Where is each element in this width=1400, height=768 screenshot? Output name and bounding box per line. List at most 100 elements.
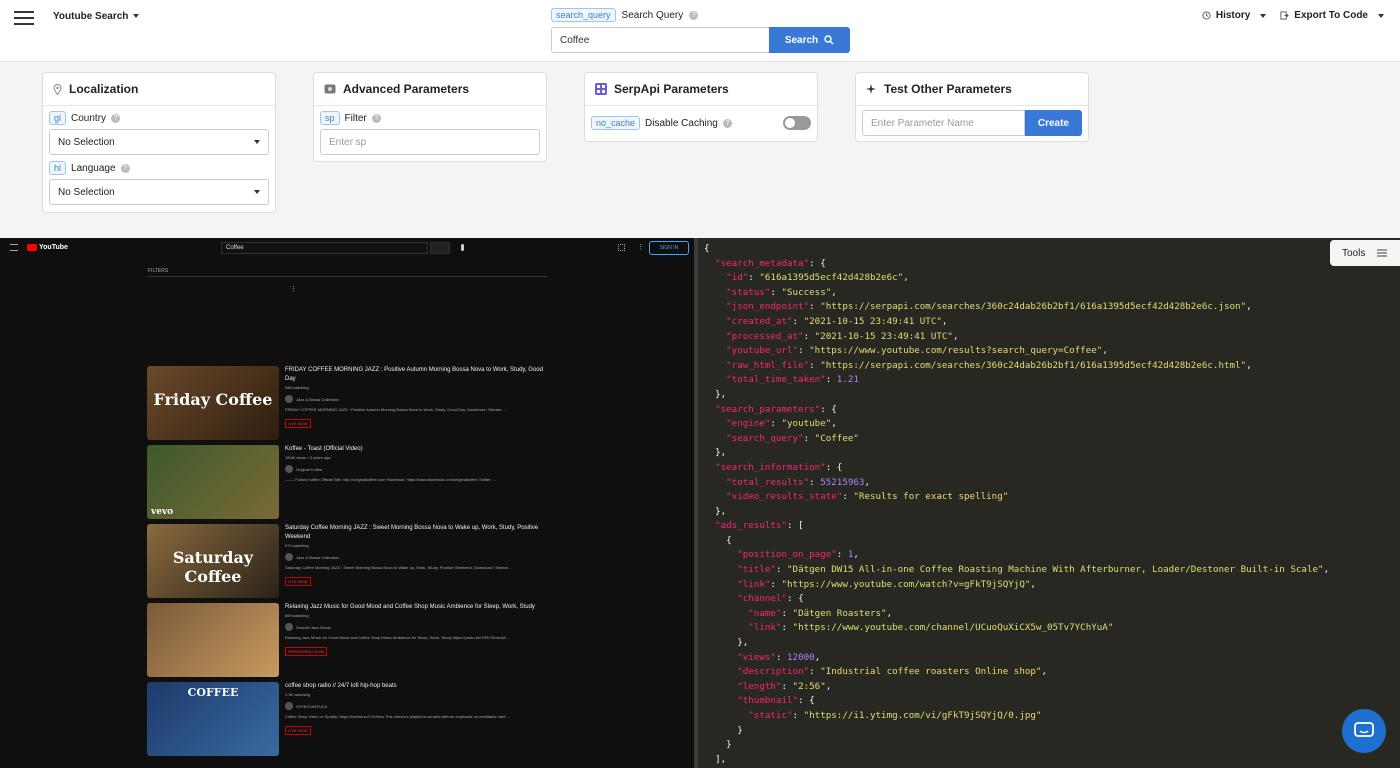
json-key: "ads_results" bbox=[715, 520, 787, 532]
json-punct: : { bbox=[809, 257, 826, 269]
video-thumbnail[interactable]: Saturday Coffee bbox=[147, 524, 279, 598]
json-punct: : bbox=[842, 491, 854, 503]
video-channel[interactable]: Jazz & Bossa Collection bbox=[285, 395, 545, 403]
youtube-signin-button[interactable]: SIGN IN bbox=[649, 241, 689, 255]
video-channel[interactable]: Smooth Jazz Music bbox=[285, 623, 545, 631]
more-options-icon[interactable]: ⋮ bbox=[290, 285, 297, 293]
help-icon[interactable]: ? bbox=[689, 10, 699, 20]
json-line: } bbox=[704, 738, 1400, 753]
json-line: "description": "Industrial coffee roaste… bbox=[704, 665, 1400, 680]
json-punct: , bbox=[952, 330, 959, 342]
help-icon[interactable]: ? bbox=[111, 113, 121, 123]
json-line: "static": "https://i1.ytimg.com/vi/gFkT9… bbox=[704, 709, 1400, 724]
youtube-search-input[interactable]: Coffee bbox=[221, 242, 428, 254]
video-thumbnail[interactable]: COFFEE bbox=[147, 682, 279, 756]
json-punct: , bbox=[1041, 666, 1048, 678]
channel-name: Jazz & Bossa Collection bbox=[296, 554, 339, 560]
json-key: "search_information" bbox=[715, 461, 826, 473]
parameter-name-input[interactable]: Enter Parameter Name bbox=[862, 110, 1025, 136]
json-punct: : bbox=[781, 607, 793, 619]
video-thumbnail[interactable]: Friday Coffee bbox=[147, 366, 279, 440]
video-result[interactable]: vevo Koffee - Toast (Official Video) 184M … bbox=[147, 445, 547, 521]
export-label: Export To Code bbox=[1294, 10, 1368, 21]
video-title[interactable]: Saturday Coffee Morning JAZZ : Sweet Mor… bbox=[285, 524, 545, 542]
json-string: "2021-10-15 23:49:41 UTC" bbox=[814, 330, 953, 342]
youtube-menu-icon[interactable] bbox=[10, 244, 18, 251]
video-result[interactable]: Relaxing Jazz Music for Good Mood and Co… bbox=[147, 603, 547, 679]
json-string: "https://www.youtube.com/channel/UCuoQuX… bbox=[792, 622, 1114, 634]
json-key: "name" bbox=[748, 607, 782, 619]
video-thumbnail[interactable] bbox=[147, 603, 279, 677]
json-punct: , bbox=[853, 549, 859, 561]
json-results-viewer[interactable]: { "search_metadata": { "id": "616a1395d5… bbox=[698, 238, 1400, 768]
disable-caching-toggle[interactable] bbox=[783, 116, 811, 130]
json-string: "https://serpapi.com/searches/360c24dab2… bbox=[820, 359, 1247, 371]
json-key: "processed_at" bbox=[726, 330, 804, 342]
chat-support-button[interactable] bbox=[1342, 709, 1386, 753]
youtube-html-preview[interactable]: YouTube Coffee ⋮ SIGN IN FILTERS ⋮ Frida… bbox=[0, 238, 694, 768]
export-to-code-button[interactable]: Export To Code bbox=[1280, 10, 1384, 21]
video-channel[interactable]: Original Koffee bbox=[285, 465, 545, 473]
help-icon[interactable]: ? bbox=[120, 163, 130, 173]
video-title[interactable]: Koffee - Toast (Official Video) bbox=[285, 445, 545, 454]
json-key: "video_results_state" bbox=[726, 491, 843, 503]
create-button[interactable]: Create bbox=[1024, 110, 1082, 136]
json-punct: , bbox=[831, 286, 837, 298]
thumbnail-text: vevo bbox=[151, 507, 174, 517]
json-punct: , bbox=[1102, 345, 1108, 357]
sliders-icon bbox=[1377, 249, 1388, 257]
json-key: "json_endpoint" bbox=[726, 301, 810, 313]
video-result[interactable]: COFFEE coffee shop radio // 24/7 lofi hip… bbox=[147, 682, 547, 758]
video-channel[interactable]: Jazz & Bossa Collection bbox=[285, 553, 545, 561]
json-key: "static" bbox=[748, 710, 793, 721]
json-punct: : bbox=[803, 330, 815, 342]
video-thumbnail[interactable]: vevo bbox=[147, 445, 279, 519]
video-title[interactable]: coffee shop radio // 24/7 lofi hip-hop b… bbox=[285, 682, 545, 691]
chat-icon bbox=[1354, 722, 1374, 737]
video-meta: 869 watching bbox=[285, 613, 309, 618]
youtube-search-button[interactable] bbox=[430, 242, 450, 254]
help-icon[interactable]: ? bbox=[371, 113, 381, 123]
video-result[interactable]: Saturday Coffee Saturday Coffee Morning J… bbox=[147, 524, 547, 600]
help-icon[interactable]: ? bbox=[722, 118, 732, 128]
json-punct: : bbox=[748, 272, 760, 284]
json-string: "Dätgen DW15 All-in-one Coffee Roasting … bbox=[787, 564, 1324, 576]
json-key: "link" bbox=[737, 578, 771, 590]
test-title: Test Other Parameters bbox=[884, 82, 1012, 96]
video-result[interactable]: Friday Coffee FRIDAY COFFEE MORNING JAZZ … bbox=[147, 366, 547, 442]
json-punct: : bbox=[803, 432, 815, 444]
search-query-input[interactable] bbox=[551, 27, 770, 53]
video-camera-icon bbox=[324, 84, 336, 94]
history-label: History bbox=[1215, 10, 1251, 21]
json-punct bbox=[704, 608, 748, 619]
menu-icon[interactable] bbox=[14, 11, 34, 25]
video-title[interactable]: Relaxing Jazz Music for Good Mood and Co… bbox=[285, 603, 545, 612]
youtube-logo[interactable]: YouTube bbox=[27, 244, 68, 251]
json-punct: : { bbox=[787, 593, 804, 605]
json-punct: : bbox=[775, 651, 788, 663]
json-punct: : bbox=[798, 345, 810, 357]
json-punct bbox=[704, 666, 737, 677]
filter-input[interactable]: Enter sp bbox=[320, 129, 540, 155]
caret-down-icon bbox=[254, 190, 260, 194]
more-options-icon[interactable]: ⋮ bbox=[637, 243, 644, 251]
json-line: "total_results": 55215963, bbox=[704, 476, 1400, 491]
country-select[interactable]: No Selection bbox=[49, 129, 269, 155]
json-string: "https://www.youtube.com/watch?v=gFkT9jS… bbox=[781, 578, 1031, 590]
apps-grid-icon[interactable] bbox=[618, 244, 625, 251]
json-key: "search_query" bbox=[726, 432, 804, 444]
json-punct bbox=[704, 287, 726, 298]
video-channel[interactable]: STEEZYASFUCK bbox=[285, 702, 545, 710]
language-select[interactable]: No Selection bbox=[49, 179, 269, 205]
json-key: "raw_html_file" bbox=[726, 359, 810, 371]
tools-button[interactable]: Tools bbox=[1330, 240, 1400, 266]
engine-dropdown[interactable]: Youtube Search bbox=[53, 11, 140, 22]
json-punct: , bbox=[903, 272, 909, 284]
microphone-icon[interactable] bbox=[461, 244, 464, 251]
json-punct bbox=[704, 520, 715, 531]
search-button[interactable]: Search bbox=[769, 27, 850, 53]
history-button[interactable]: History bbox=[1202, 10, 1267, 21]
youtube-filters-button[interactable]: FILTERS bbox=[148, 268, 168, 274]
channel-name: Smooth Jazz Music bbox=[296, 624, 331, 630]
video-title[interactable]: FRIDAY COFFEE MORNING JAZZ : Positive Au… bbox=[285, 366, 545, 384]
